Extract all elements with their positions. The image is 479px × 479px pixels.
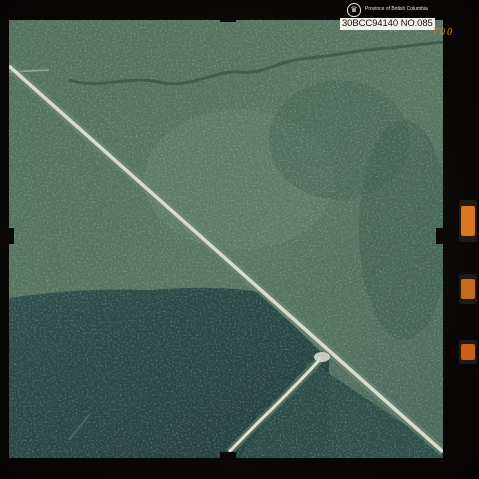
aerial-photo: [9, 20, 443, 458]
roll-frame-label: 30BCC94140 NO.085: [340, 18, 435, 30]
side-indicator-light: [461, 206, 475, 236]
side-indicator-light: [461, 279, 475, 299]
fiducial-mark-top: [220, 14, 236, 22]
film-frame: ♛ Province of British Columbia 30BCC9414…: [0, 0, 479, 479]
crest-icon: ♛: [347, 3, 361, 17]
fiducial-mark-right: [436, 228, 446, 244]
side-indicator-light: [461, 344, 475, 360]
edge-numerals: 700: [433, 27, 454, 38]
fiducial-mark-left: [0, 228, 14, 244]
junction-clearing: [314, 352, 330, 362]
fiducial-mark-bottom: [220, 452, 236, 462]
province-label: Province of British Columbia: [365, 6, 428, 12]
aerial-photo-svg: [9, 20, 443, 458]
